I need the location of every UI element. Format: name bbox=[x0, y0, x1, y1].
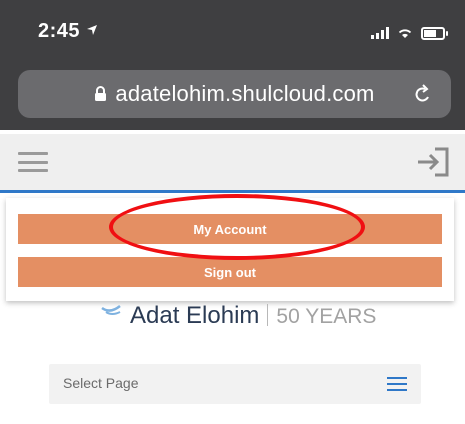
logo-mark-icon bbox=[101, 305, 121, 315]
logo-tagline: 50 YEARS bbox=[276, 305, 377, 328]
logo-name: Adat Elohim bbox=[130, 302, 260, 329]
status-time: 2:45 bbox=[38, 20, 98, 43]
account-dropdown: My Account Sign out bbox=[6, 198, 454, 301]
reload-icon[interactable] bbox=[413, 83, 433, 105]
logo-divider bbox=[267, 304, 269, 326]
lock-icon bbox=[95, 86, 107, 101]
my-account-button[interactable]: My Account bbox=[18, 214, 442, 244]
menu-icon bbox=[387, 377, 407, 391]
hamburger-icon[interactable] bbox=[18, 152, 48, 172]
status-icons bbox=[371, 26, 448, 40]
site-header bbox=[0, 134, 465, 193]
location-arrow-icon bbox=[87, 25, 98, 35]
sign-out-button[interactable]: Sign out bbox=[18, 257, 442, 287]
login-icon[interactable] bbox=[415, 146, 451, 178]
url-text: adatelohim.shulcloud.com bbox=[115, 81, 375, 106]
site-logo[interactable]: Adat Elohim 50 YEARS bbox=[130, 302, 376, 330]
browser-chrome: 2:45 adatelohim.shulcloud.com bbox=[0, 0, 465, 130]
battery-icon bbox=[421, 26, 448, 40]
signal-icon bbox=[371, 27, 389, 39]
select-page-dropdown[interactable]: Select Page bbox=[49, 364, 421, 404]
address-bar[interactable]: adatelohim.shulcloud.com bbox=[18, 70, 451, 118]
select-page-label: Select Page bbox=[63, 375, 139, 391]
wifi-icon bbox=[398, 29, 412, 38]
